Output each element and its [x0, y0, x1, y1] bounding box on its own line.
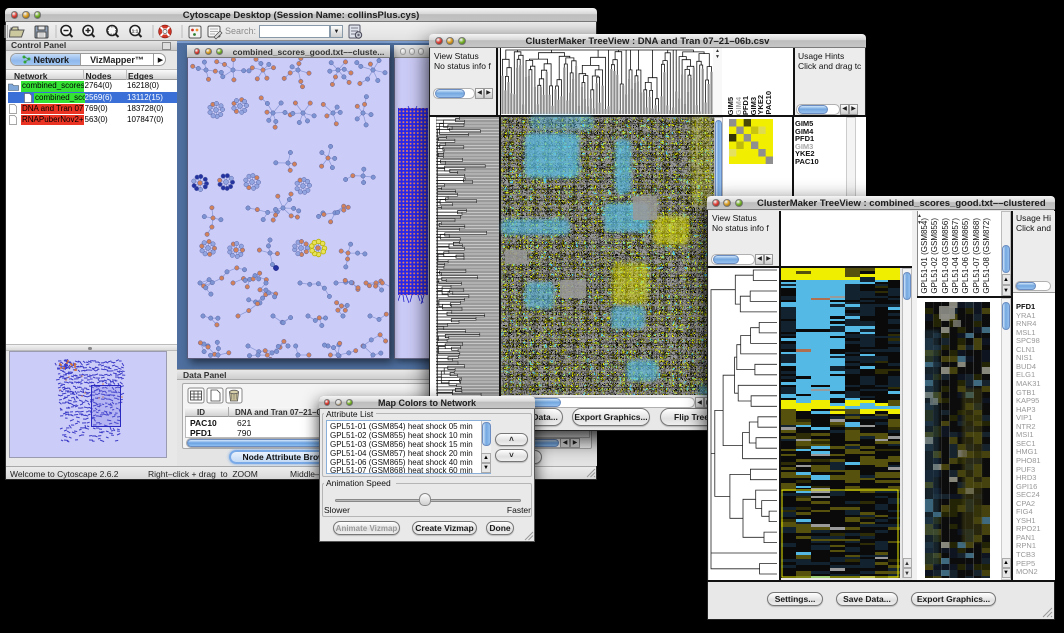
svg-text:1:1: 1:1	[132, 29, 139, 34]
